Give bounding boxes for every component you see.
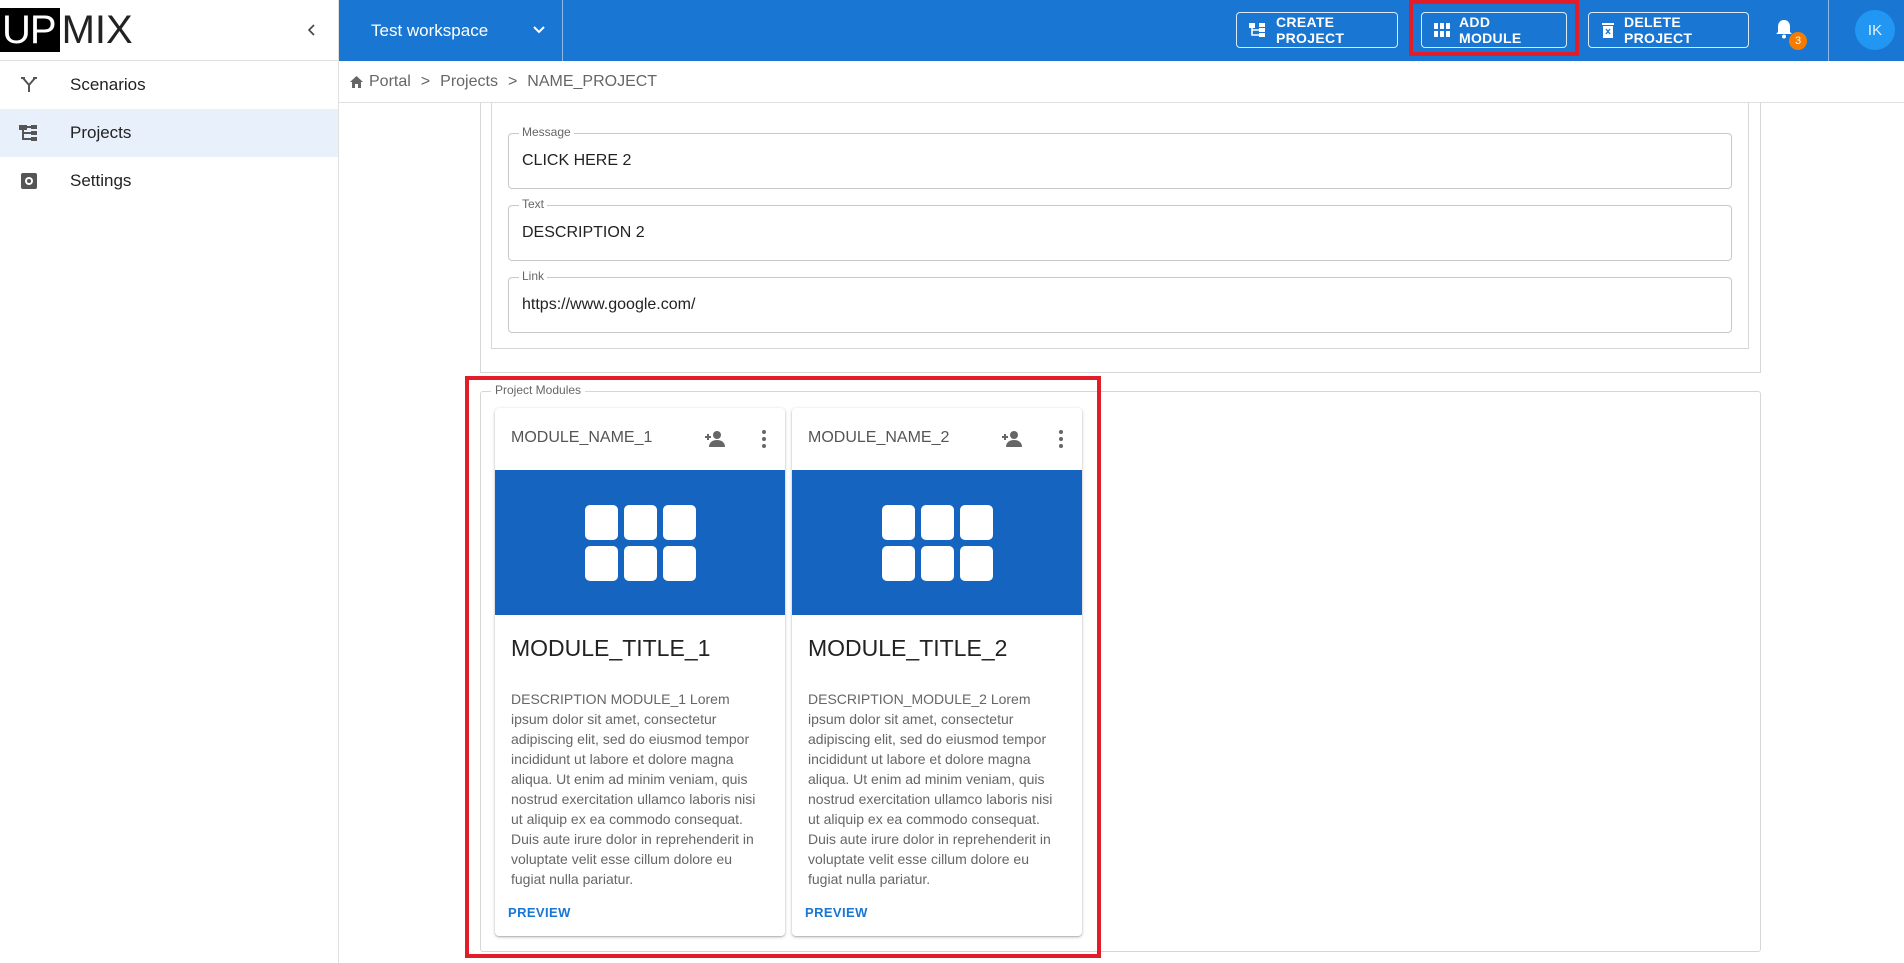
brand-logo-mix: MIX: [61, 8, 133, 52]
sidebar: UP MIX Scenarios Projects Settings: [0, 0, 339, 963]
more-vert-icon: [762, 430, 766, 448]
notifications-badge: 3: [1789, 32, 1807, 50]
divider: [1828, 0, 1829, 61]
main-content: Message CLICK HERE 2 Text DESCRIPTION 2 …: [339, 103, 1904, 963]
more-options-button[interactable]: [752, 427, 776, 451]
text-field-label: Text: [519, 197, 548, 211]
link-field[interactable]: Link https://www.google.com/: [508, 269, 1732, 333]
home-icon: [349, 75, 364, 89]
breadcrumb-current: NAME_PROJECT: [527, 72, 658, 90]
module-name: MODULE_NAME_2: [808, 429, 950, 446]
settings-icon: [18, 170, 40, 192]
chevron-left-icon: [307, 24, 315, 36]
module-description: DESCRIPTION MODULE_1 Lorem ipsum dolor s…: [511, 691, 756, 887]
top-app-bar: Test workspace CREATE PROJECT ADD MODULE…: [339, 0, 1904, 61]
breadcrumb-projects[interactable]: Projects: [440, 73, 498, 91]
logo-bar: UP MIX: [0, 0, 338, 61]
collapse-sidebar-button[interactable]: [300, 18, 324, 42]
person-add-icon: [1002, 431, 1022, 447]
message-field-value: CLICK HERE 2: [522, 152, 632, 169]
chevron-down-icon: [530, 20, 548, 43]
avatar[interactable]: IK: [1855, 10, 1895, 50]
module-title: MODULE_TITLE_1: [511, 635, 711, 661]
sidebar-item-label: Projects: [70, 123, 132, 142]
preview-button[interactable]: PREVIEW: [508, 905, 571, 920]
message-field[interactable]: Message CLICK HERE 2: [508, 125, 1732, 189]
grid-icon: [881, 504, 993, 581]
sidebar-item-label: Scenarios: [70, 75, 146, 94]
grid-icon: [584, 504, 696, 581]
project-modules-legend: Project Modules: [491, 383, 586, 397]
module-title: MODULE_TITLE_2: [808, 635, 1008, 661]
module-description: DESCRIPTION_MODULE_2 Lorem ipsum dolor s…: [808, 691, 1053, 887]
sidebar-item-projects[interactable]: Projects: [0, 109, 338, 157]
delete-icon: [1601, 22, 1615, 38]
add-module-button[interactable]: ADD MODULE: [1421, 12, 1567, 48]
workspace-label: Test workspace: [371, 20, 489, 40]
scenarios-icon: [18, 74, 40, 96]
breadcrumb-separator: >: [420, 72, 431, 90]
brand-logo-up: UP: [0, 8, 60, 52]
module-card-header: MODULE_NAME_2: [792, 408, 1082, 470]
sidebar-item-label: Settings: [70, 171, 132, 190]
delete-project-label: DELETE PROJECT: [1624, 14, 1693, 46]
create-project-button[interactable]: CREATE PROJECT: [1236, 12, 1398, 48]
delete-project-button[interactable]: DELETE PROJECT: [1588, 12, 1749, 48]
more-vert-icon: [1059, 430, 1063, 448]
breadcrumb-separator: >: [507, 72, 518, 90]
module-card: MODULE_NAME_1 MODULE_TITLE_1 DESCRIPTION…: [495, 408, 785, 936]
link-field-label: Link: [519, 269, 548, 283]
preview-button[interactable]: PREVIEW: [805, 905, 868, 920]
workspace-selector[interactable]: Test workspace: [339, 0, 563, 61]
add-user-button[interactable]: [703, 427, 727, 451]
module-card: MODULE_NAME_2 MODULE_TITLE_2 DESCRIPTION…: [792, 408, 1082, 936]
breadcrumb-portal[interactable]: Portal: [369, 73, 411, 91]
projects-icon: [18, 122, 40, 144]
sidebar-item-scenarios[interactable]: Scenarios: [0, 61, 338, 109]
add-module-label: ADD MODULE: [1459, 14, 1522, 46]
module-card-media: [792, 470, 1082, 615]
module-card-media: [495, 470, 785, 615]
message-field-label: Message: [519, 125, 574, 139]
brand-logo[interactable]: UP MIX: [0, 8, 133, 52]
text-field-value: DESCRIPTION 2: [522, 224, 645, 241]
person-add-icon: [705, 431, 725, 447]
grid-icon: [1434, 23, 1450, 37]
create-project-label: CREATE PROJECT: [1276, 14, 1345, 46]
create-project-icon: [1249, 22, 1267, 38]
add-user-button[interactable]: [1000, 427, 1024, 451]
module-card-header: MODULE_NAME_1: [495, 408, 785, 470]
more-options-button[interactable]: [1049, 427, 1073, 451]
sidebar-item-settings[interactable]: Settings: [0, 157, 338, 205]
module-name: MODULE_NAME_1: [511, 429, 653, 446]
link-field-value: https://www.google.com/: [522, 296, 696, 313]
text-field[interactable]: Text DESCRIPTION 2: [508, 197, 1732, 261]
breadcrumb: Portal > Projects > NAME_PROJECT: [339, 61, 1904, 103]
